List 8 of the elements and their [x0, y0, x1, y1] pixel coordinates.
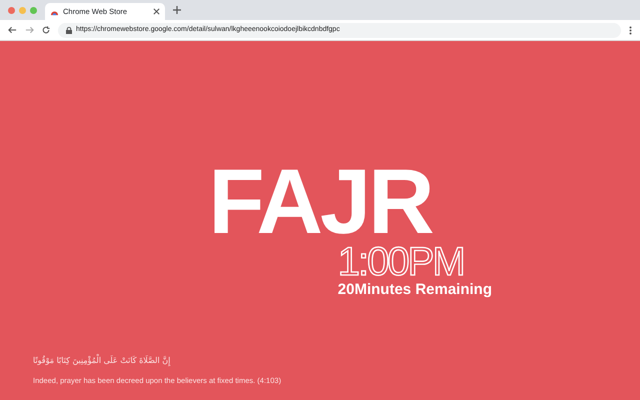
- arabic-verse: إِنَّ الصَّلَاةَ كَانَتْ عَلَى الْمُؤْمِنِينَ كِتَابًا مَوْقُوتًا: [33, 354, 170, 367]
- close-tab-icon[interactable]: [153, 8, 160, 15]
- menu-icon[interactable]: [629, 26, 632, 34]
- lock-icon: [66, 26, 72, 34]
- back-icon[interactable]: [8, 26, 17, 34]
- time-remaining: 20Minutes Remaining: [338, 282, 492, 297]
- new-tab-icon[interactable]: [173, 6, 181, 14]
- reload-icon[interactable]: [42, 26, 50, 34]
